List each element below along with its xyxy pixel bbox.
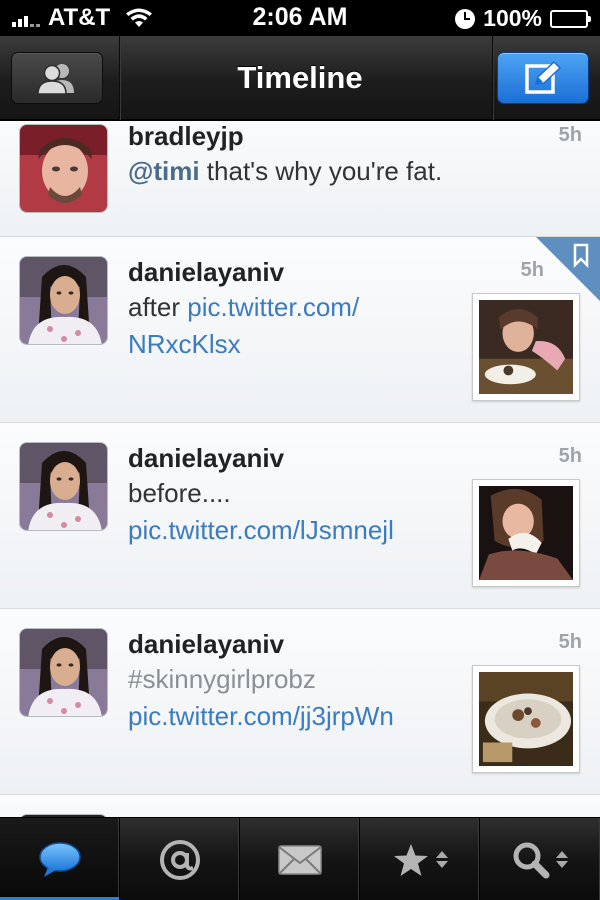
accounts-button[interactable]: [11, 52, 103, 104]
tweet-row[interactable]: bradleyjp 5h @timi that's why you're fat…: [0, 121, 600, 237]
status-bar: AT&T 2:06 AM 100%: [0, 0, 600, 36]
star-icon: [393, 843, 428, 876]
bookmark-icon: [536, 237, 600, 301]
envelope-icon: [277, 844, 322, 875]
search-icon: [513, 842, 550, 878]
tweet-author: bradleyjp: [128, 121, 244, 151]
favorite-corner: [536, 237, 600, 301]
tweet-text-rest: that's why you're fat.: [199, 156, 443, 186]
tweet-row[interactable]: danielayaniv 5h after pic.twitter.com/NR…: [0, 237, 600, 423]
mention-link[interactable]: @timi: [128, 156, 200, 186]
accounts-icon: [37, 64, 74, 95]
tweet-text: before.... pic.twitter.com/lJsmnejl: [128, 475, 394, 549]
pic-link[interactable]: pic.twitter.com/jj3jrpWn: [128, 701, 394, 731]
tweet-author: danielayaniv: [128, 443, 285, 473]
tab-favorites[interactable]: [360, 818, 480, 900]
tab-bar: [0, 817, 600, 900]
avatar[interactable]: [19, 256, 108, 345]
tweet-row[interactable]: danielayaniv 5h before.... pic.twitter.co…: [0, 423, 600, 609]
battery-percent: 100%: [483, 5, 542, 31]
tweet-timestamp: 5h: [558, 445, 582, 467]
status-right: 100%: [455, 5, 591, 32]
tweet-text-rest: before....: [128, 478, 231, 508]
tab-messages[interactable]: [240, 818, 360, 900]
tweet-timestamp: 5h: [558, 124, 582, 146]
avatar[interactable]: [19, 442, 108, 531]
tweet-timestamp: 5h: [558, 631, 582, 653]
tweet-text: #skinnygirlprobz pic.twitter.com/jj3jrpWn: [128, 661, 394, 735]
tweet-row[interactable]: [0, 795, 600, 817]
tab-search[interactable]: [480, 818, 600, 900]
nav-separator-right: [492, 36, 494, 120]
tweet-row[interactable]: danielayaniv 5h #skinnygirlprobz pic.twit…: [0, 609, 600, 795]
battery-icon: [550, 9, 591, 28]
page-title: Timeline: [237, 60, 363, 95]
tweet-text-rest: after: [128, 292, 188, 322]
tweet-author: danielayaniv: [128, 629, 285, 659]
tab-timeline[interactable]: [0, 818, 120, 900]
navigation-bar: Timeline: [0, 36, 600, 120]
clock-icon: [455, 8, 476, 29]
tweet-text: after pic.twitter.com/NRxcKlsx: [128, 289, 359, 363]
tweet-author: danielayaniv: [128, 257, 285, 287]
photo-thumbnail[interactable]: [472, 293, 580, 401]
photo-thumbnail[interactable]: [472, 665, 580, 773]
chat-bubble-icon: [38, 841, 81, 877]
timeline-list[interactable]: bradleyjp 5h @timi that's why you're fat…: [0, 121, 600, 817]
photo-thumbnail[interactable]: [472, 479, 580, 587]
avatar[interactable]: [19, 124, 108, 213]
updown-icon: [556, 851, 568, 868]
updown-icon: [435, 851, 448, 868]
avatar[interactable]: [19, 628, 108, 717]
tab-mentions[interactable]: [120, 818, 240, 900]
hashtag-link[interactable]: #skinnygirlprobz: [128, 664, 316, 694]
pic-link[interactable]: pic.twitter.com/lJsmnejl: [128, 515, 394, 545]
at-sign-icon: [159, 839, 200, 880]
compose-button[interactable]: [497, 52, 589, 104]
tweet-text: @timi that's why you're fat.: [128, 153, 442, 190]
compose-icon: [525, 60, 562, 94]
